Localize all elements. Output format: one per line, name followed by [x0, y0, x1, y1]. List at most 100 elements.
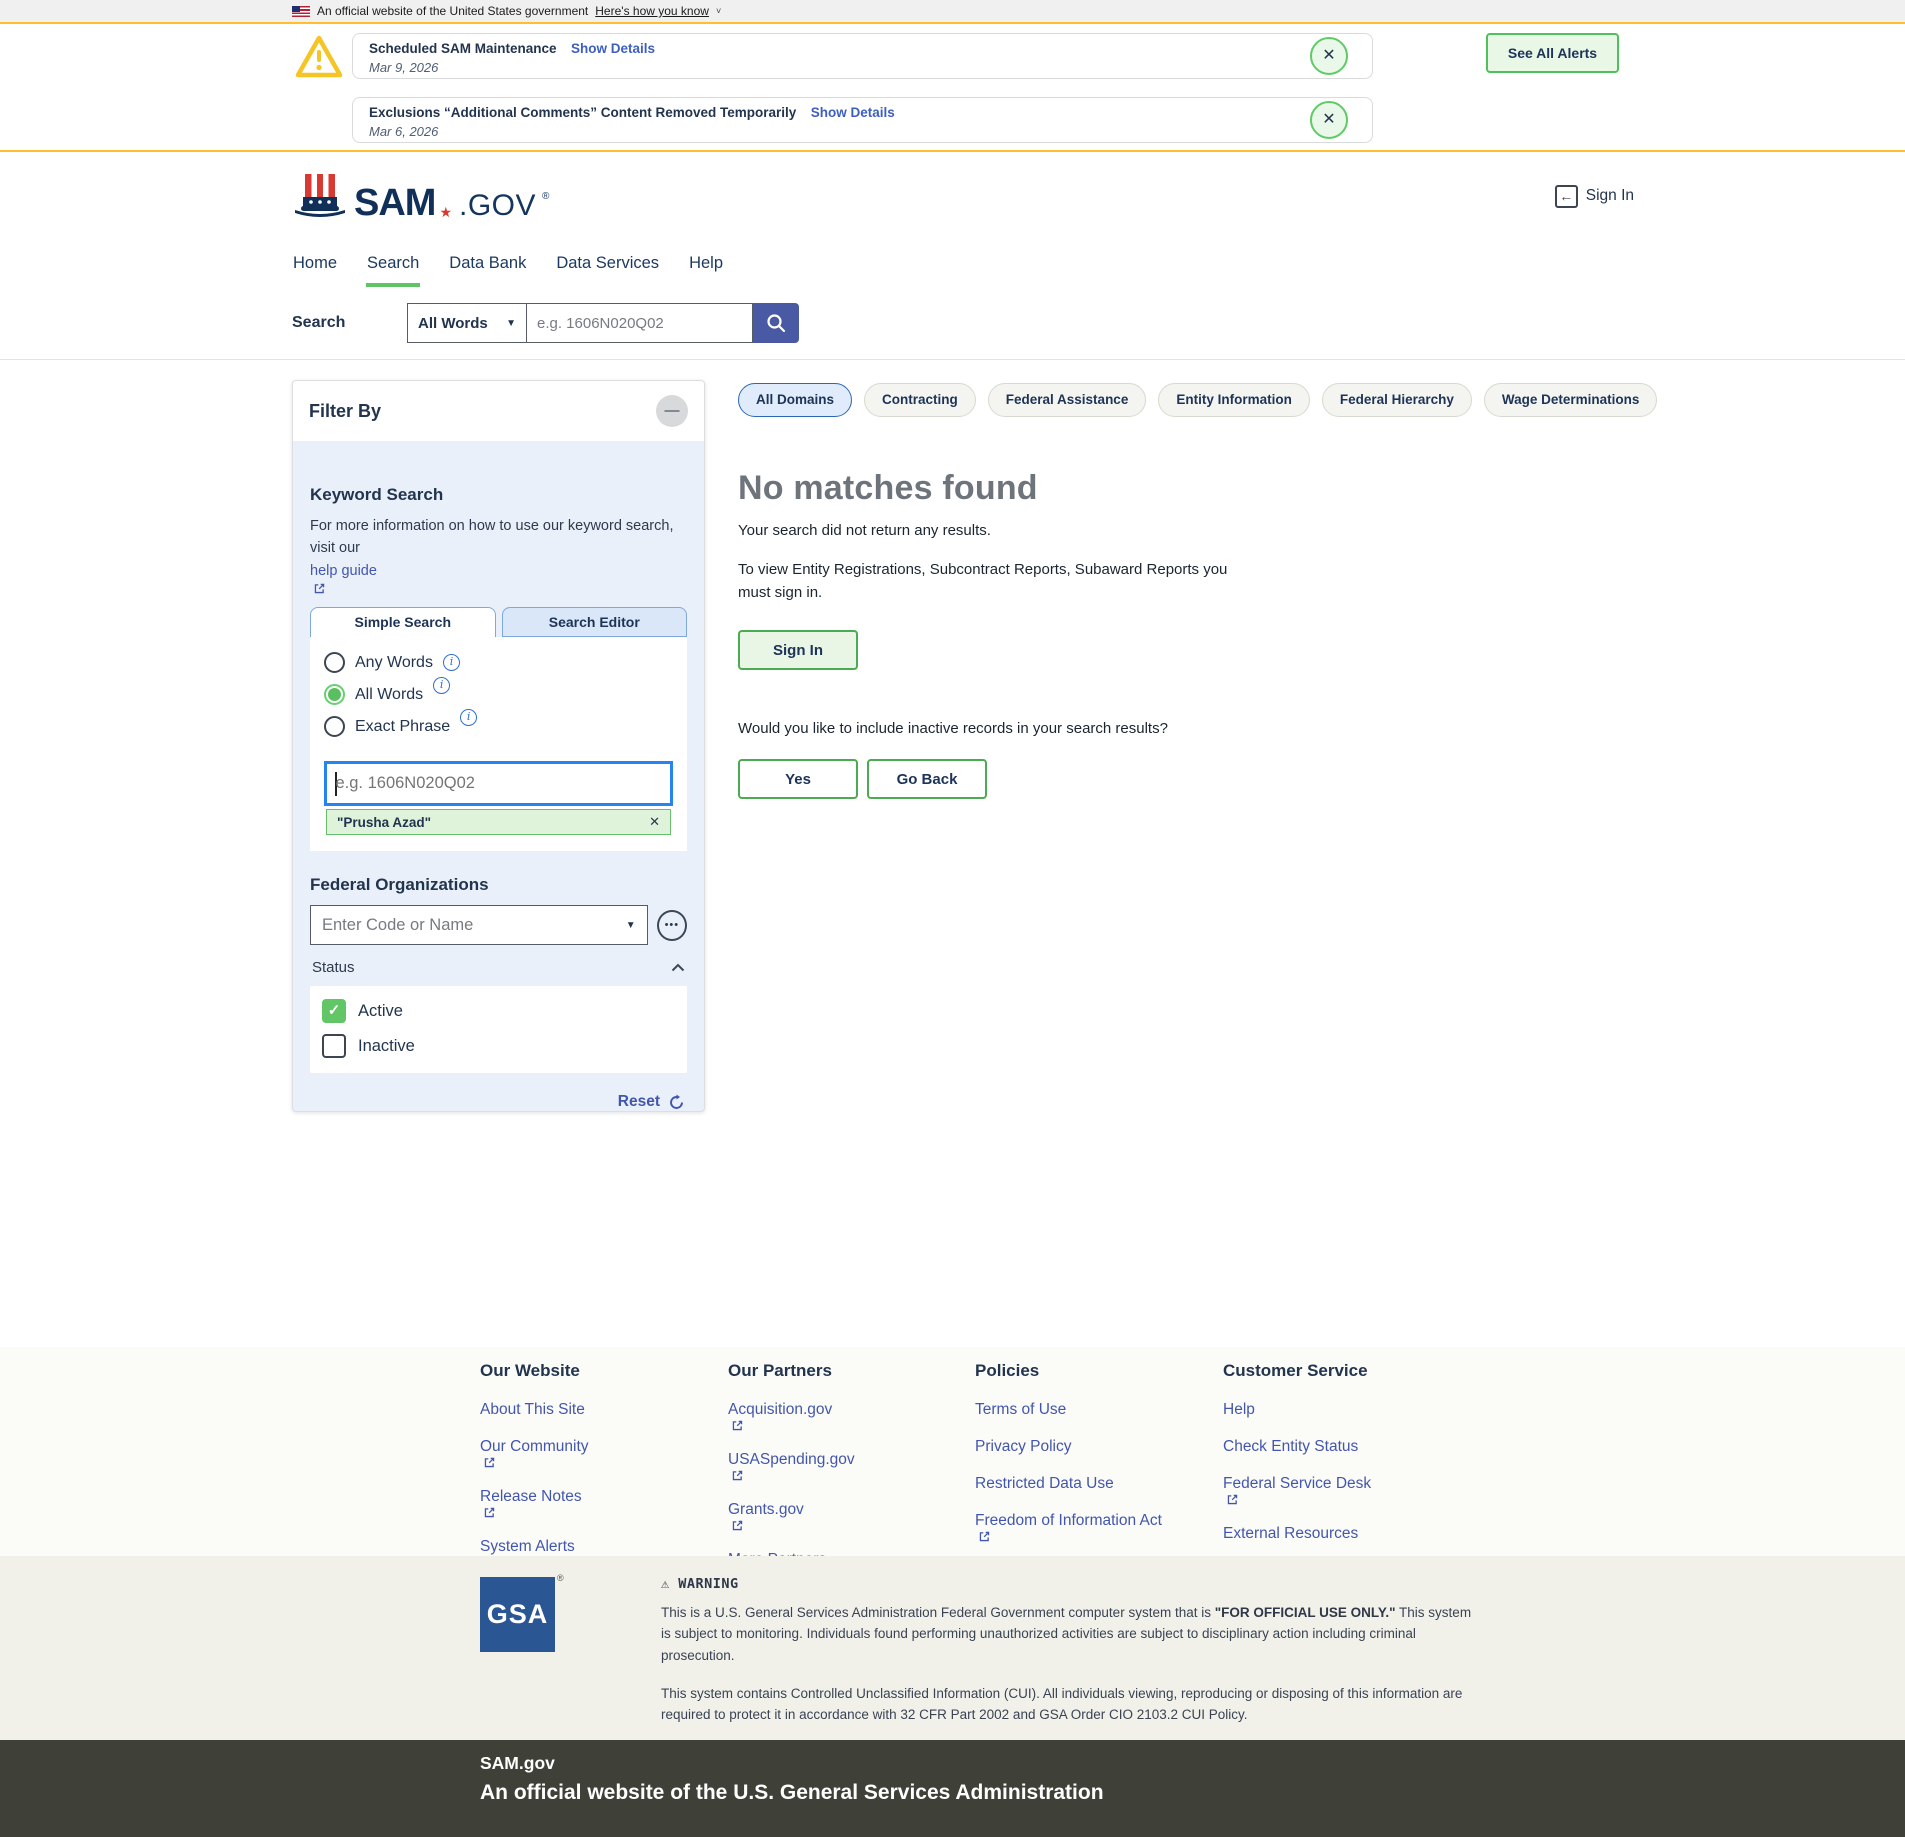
- footer-link-release-notes[interactable]: Release Notes: [480, 1488, 715, 1519]
- filter-panel: Filter By — Keyword Search For more info…: [292, 380, 705, 1112]
- status-options: ✓ Active Inactive: [310, 986, 687, 1073]
- footer-link-terms-of-use[interactable]: Terms of Use: [975, 1401, 1210, 1419]
- sign-in-arrow-icon: ←: [1555, 185, 1578, 208]
- nav-item-help[interactable]: Help: [688, 240, 724, 287]
- radio-all-words[interactable]: [324, 684, 345, 705]
- close-icon[interactable]: ✕: [1310, 37, 1348, 75]
- warning-icon: ⚠: [661, 1576, 670, 1592]
- warning-title: WARNING: [678, 1576, 738, 1592]
- radio-any-words[interactable]: [324, 652, 345, 673]
- gsa-logo: GSA: [480, 1577, 555, 1652]
- chevron-up-icon[interactable]: [671, 963, 685, 972]
- footer-link-grants-gov[interactable]: Grants.gov: [728, 1501, 963, 1532]
- search-bar-section: Search All Words ▼ e.g. 1606N020Q02: [0, 287, 1905, 360]
- footer-heading-our-partners: Our Partners: [728, 1361, 963, 1381]
- nav-item-home[interactable]: Home: [292, 240, 338, 287]
- uncle-sam-hat-icon: [292, 172, 348, 220]
- alert-card: Scheduled SAM Maintenance Show Details M…: [352, 33, 1373, 79]
- logo-gov-text: .GOV: [459, 192, 536, 221]
- footer-heading-customer-service: Customer Service: [1223, 1361, 1458, 1381]
- domain-tab-contracting[interactable]: Contracting: [864, 383, 976, 417]
- footer-gsa-section: GSA ® ⚠ WARNING This is a U.S. General S…: [0, 1556, 1905, 1740]
- alert-card: Exclusions “Additional Comments” Content…: [352, 97, 1373, 143]
- domain-tab-federal-hierarchy[interactable]: Federal Hierarchy: [1322, 383, 1472, 417]
- footer-link-external-resources[interactable]: External Resources: [1223, 1525, 1458, 1543]
- footer-heading-our-website: Our Website: [480, 1361, 715, 1381]
- checkbox-active[interactable]: ✓: [322, 999, 346, 1023]
- warning-paragraph-1: This is a U.S. General Services Administ…: [661, 1602, 1473, 1666]
- footer-link-our-community[interactable]: Our Community: [480, 1438, 715, 1469]
- info-icon[interactable]: i: [443, 654, 460, 671]
- warning-paragraph-2: This system contains Controlled Unclassi…: [661, 1683, 1473, 1726]
- info-icon[interactable]: i: [460, 709, 477, 726]
- footer-link-restricted-data-use[interactable]: Restricted Data Use: [975, 1475, 1210, 1493]
- refresh-icon[interactable]: [668, 1094, 685, 1111]
- sign-in-button[interactable]: Sign In: [738, 630, 858, 670]
- chevron-down-icon: ˅: [716, 6, 721, 16]
- radio-exact-phrase[interactable]: [324, 716, 345, 737]
- search-submit-button[interactable]: [753, 303, 799, 343]
- footer-link-foia[interactable]: Freedom of Information Act: [975, 1512, 1210, 1543]
- go-back-button[interactable]: Go Back: [867, 759, 987, 799]
- tab-simple-search[interactable]: Simple Search: [310, 607, 496, 637]
- show-details-link[interactable]: Show Details: [571, 41, 655, 56]
- footer-identity-bar: SAM.gov An official website of the U.S. …: [0, 1740, 1905, 1837]
- domain-tab-all-domains[interactable]: All Domains: [738, 383, 852, 417]
- close-icon[interactable]: ✕: [1310, 101, 1348, 139]
- collapse-minus-icon[interactable]: —: [656, 395, 688, 427]
- status-label: Status: [312, 959, 355, 976]
- alert-title: Scheduled SAM Maintenance: [369, 41, 557, 56]
- tab-search-editor[interactable]: Search Editor: [502, 607, 688, 637]
- caret-down-icon: ▼: [506, 318, 516, 329]
- main-content: Filter By — Keyword Search For more info…: [0, 360, 1905, 1347]
- domain-tab-wage-determinations[interactable]: Wage Determinations: [1484, 383, 1658, 417]
- domain-tabs: All Domains Contracting Federal Assistan…: [738, 383, 1634, 417]
- caret-down-icon: ▼: [626, 920, 636, 931]
- no-matches-heading: No matches found: [738, 469, 1634, 508]
- chip-remove-icon[interactable]: ✕: [649, 814, 660, 830]
- help-guide-link[interactable]: help guide: [310, 563, 377, 579]
- keyword-help-text: For more information on how to use our k…: [310, 518, 673, 556]
- footer-link-help[interactable]: Help: [1223, 1401, 1458, 1419]
- footer-link-usaspending-gov[interactable]: USASpending.gov: [728, 1451, 963, 1482]
- keyword-chip: "Prusha Azad" ✕: [326, 809, 671, 835]
- footer-link-federal-service-desk[interactable]: Federal Service Desk: [1223, 1475, 1458, 1506]
- alert-date: Mar 6, 2026: [369, 124, 1302, 139]
- external-link-icon: [310, 582, 687, 595]
- site-header: SAM ★ .GOV ® ← Sign In: [0, 152, 1905, 240]
- how-you-know-link[interactable]: Here's how you know: [595, 4, 709, 18]
- domain-tab-federal-assistance[interactable]: Federal Assistance: [988, 383, 1147, 417]
- sam-gov-logo[interactable]: SAM ★ .GOV ®: [292, 172, 549, 220]
- footer-link-acquisition-gov[interactable]: Acquisition.gov: [728, 1401, 963, 1432]
- search-mode-select[interactable]: All Words ▼: [407, 303, 527, 343]
- footer-link-privacy-policy[interactable]: Privacy Policy: [975, 1438, 1210, 1456]
- more-options-icon[interactable]: •••: [657, 910, 687, 941]
- checkbox-inactive[interactable]: [322, 1034, 346, 1058]
- nav-item-search[interactable]: Search: [366, 240, 420, 287]
- footer-link-about-this-site[interactable]: About This Site: [480, 1401, 715, 1419]
- see-all-alerts-button[interactable]: See All Alerts: [1486, 33, 1619, 73]
- nav-item-data-services[interactable]: Data Services: [555, 240, 660, 287]
- search-results: No matches found Your search did not ret…: [738, 469, 1634, 799]
- show-details-link[interactable]: Show Details: [811, 105, 895, 120]
- search-input[interactable]: e.g. 1606N020Q02: [527, 303, 753, 343]
- sign-in-link[interactable]: ← Sign In: [1555, 185, 1634, 208]
- domain-tab-entity-information[interactable]: Entity Information: [1158, 383, 1310, 417]
- reset-link[interactable]: Reset: [618, 1093, 660, 1111]
- footer-link-check-entity-status[interactable]: Check Entity Status: [1223, 1438, 1458, 1456]
- inactive-records-question: Would you like to include inactive recor…: [738, 720, 1634, 737]
- footer-link-system-alerts[interactable]: System Alerts: [480, 1538, 715, 1556]
- federal-org-combobox[interactable]: Enter Code or Name ▼: [310, 905, 648, 945]
- search-label: Search: [292, 314, 407, 332]
- footer-site-name: SAM.gov: [480, 1753, 1905, 1774]
- logo-sam-text: SAM: [354, 186, 435, 220]
- info-icon[interactable]: i: [433, 677, 450, 694]
- keyword-input[interactable]: e.g. 1606N020Q02: [324, 761, 673, 806]
- us-flag-icon: [292, 6, 310, 17]
- main-nav: Home Search Data Bank Data Services Help: [0, 240, 1905, 287]
- nav-item-data-bank[interactable]: Data Bank: [448, 240, 527, 287]
- warning-triangle-icon: [294, 34, 344, 80]
- alert-title: Exclusions “Additional Comments” Content…: [369, 105, 796, 120]
- yes-button[interactable]: Yes: [738, 759, 858, 799]
- footer-official-text: An official website of the U.S. General …: [480, 1781, 1905, 1805]
